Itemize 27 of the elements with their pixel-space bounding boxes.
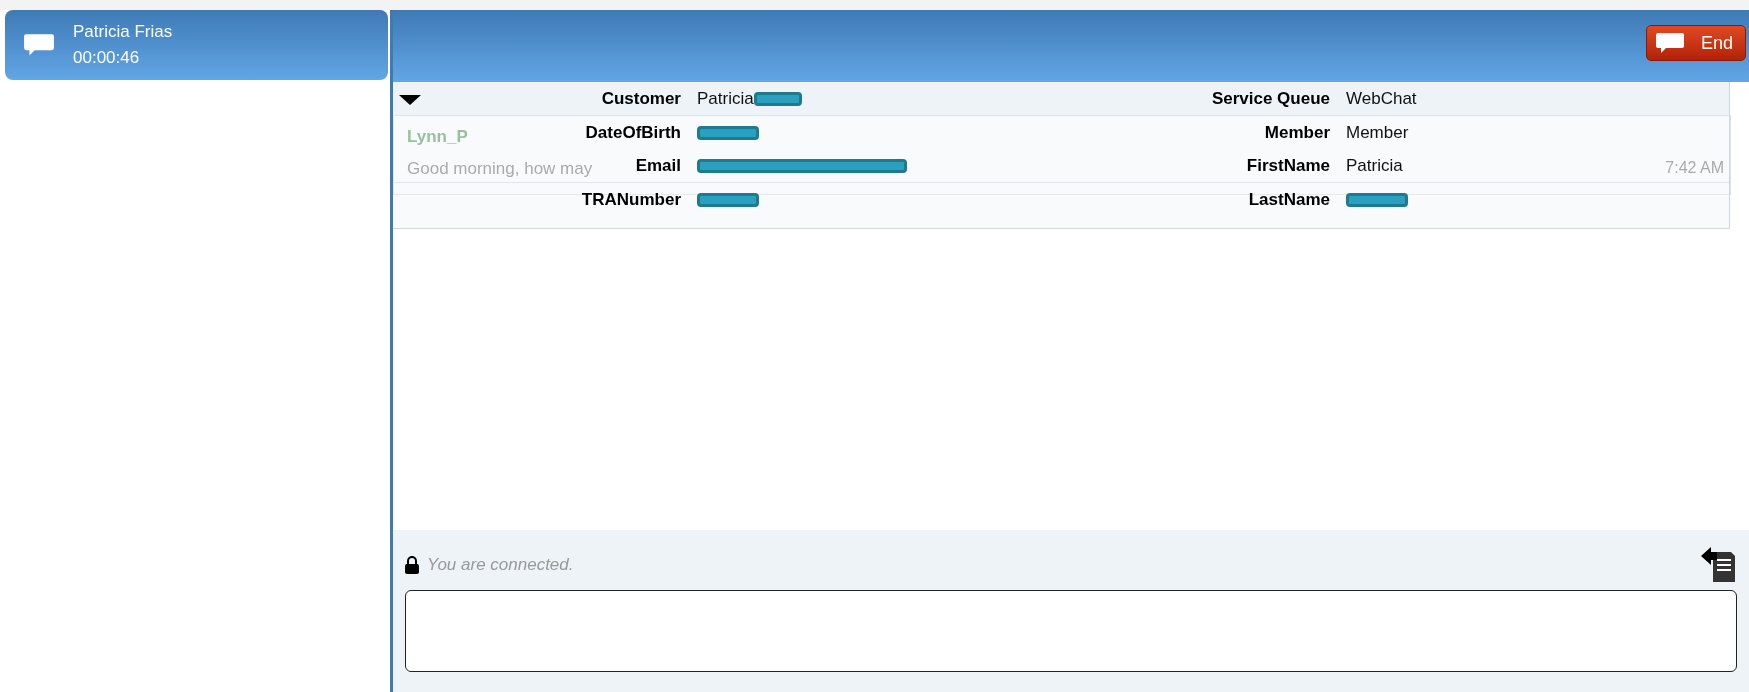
chat-session-card[interactable]: Patricia Frias 00:00:46 (5, 10, 388, 80)
collapse-caret-icon[interactable] (399, 95, 421, 105)
field-value: Member (1346, 121, 1409, 144)
end-button[interactable]: End (1645, 25, 1746, 61)
field-label: DateOfBirth (585, 121, 681, 144)
connection-status: You are connected. (427, 554, 574, 577)
field-label: Email (635, 154, 681, 177)
chat-timer: 00:00:46 (73, 47, 141, 69)
chat-bubble-icon (1654, 31, 1685, 55)
document-arrow-icon[interactable] (1701, 546, 1737, 584)
sender-name: Lynn_P (407, 126, 468, 148)
field-label: FirstName (1246, 154, 1330, 177)
message-time: 7:42 AM (1665, 158, 1724, 178)
field-value: WebChat (1346, 87, 1417, 110)
field-value: Patricia (1346, 154, 1403, 177)
field-label: TRANumber (581, 188, 681, 211)
field-label: Customer (601, 87, 681, 110)
message-input[interactable] (405, 590, 1737, 672)
field-value: Patricia (697, 87, 754, 110)
chat-bubble-icon (23, 32, 55, 58)
redaction-bar (753, 91, 802, 106)
contact-name: Patricia Frias (73, 21, 173, 43)
message-text: Good morning, how may (407, 157, 593, 180)
field-label: Service Queue (1211, 87, 1330, 110)
field-label: LastName (1248, 188, 1330, 211)
field-label: Member (1264, 121, 1330, 144)
lock-icon (405, 556, 419, 574)
